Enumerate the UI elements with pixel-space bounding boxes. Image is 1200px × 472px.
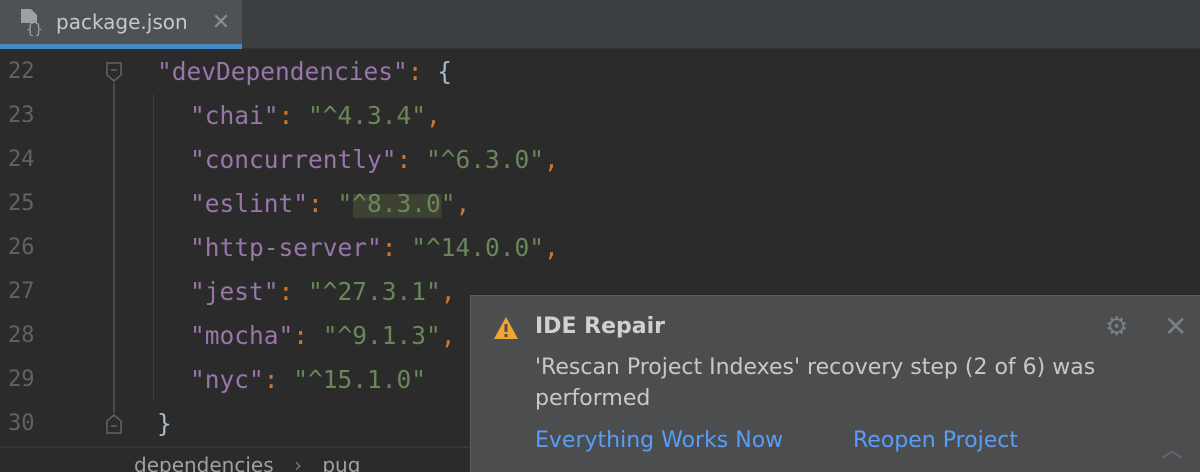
line-number: 24 [8,147,35,172]
warning-icon [494,317,518,339]
code-text: "mocha": "^9.1.3", [190,314,456,358]
svg-text:{}: {} [26,22,43,36]
close-tab-icon[interactable]: ✕ [212,10,230,35]
tab-label: package.json [56,10,188,34]
code-text: "jest": "^27.3.1", [190,270,456,314]
chevron-up-icon[interactable]: ︿ [1161,432,1183,464]
line-number: 27 [8,279,35,304]
fold-marker-icon[interactable] [104,413,124,435]
colon: : [381,233,412,262]
editor-tab-bar: {} package.json ✕ [0,0,1200,49]
comma: , [440,321,456,350]
line-number: 22 [8,59,35,84]
comma: , [440,277,456,306]
fold-guide [113,80,115,420]
code-text: "chai": "^4.3.4", [190,94,441,138]
code-text: "http-server": "^14.0.0", [190,226,559,270]
json-key: "devDependencies" [157,57,408,86]
gear-icon[interactable]: ⚙ [1105,312,1128,342]
breadcrumb-item[interactable]: dependencies [134,453,274,472]
comma: , [455,189,471,218]
comma: , [544,233,559,262]
reopen-project-link[interactable]: Reopen Project [853,428,1018,453]
notification-body: 'Rescan Project Indexes' recovery step (… [535,355,1096,411]
json-key: "mocha" [190,321,294,350]
json-value: "^15.1.0" [293,365,427,394]
json-value: "^14.0.0" [411,233,545,262]
json-key: "chai" [190,101,279,130]
colon: : [278,277,309,306]
json-key: "eslint" [190,189,309,218]
notification-balloon: IDE Repair ⚙ ✕ 'Rescan Project Indexes' … [470,295,1200,472]
tab-package-json[interactable]: {} package.json ✕ [0,0,242,49]
line-number: 26 [8,235,35,260]
code-text: } [157,402,172,446]
json-value: "^9.1.3" [322,321,441,350]
line-number: 25 [8,191,35,216]
json-key: "jest" [190,277,279,306]
json-key: "concurrently" [190,145,397,174]
code-text: "nyc": "^15.1.0" [190,358,426,402]
notification-title: IDE Repair [535,314,665,339]
breadcrumb-separator: › [294,453,302,472]
json-key: "nyc" [190,365,264,394]
line-number: 30 [8,411,35,436]
line-number: 23 [8,103,35,128]
close-icon[interactable]: ✕ [1164,310,1187,343]
line-number: 28 [8,323,35,348]
code-text: "devDependencies": { [157,50,452,94]
comma: , [544,145,559,174]
comma: , [426,101,441,130]
json-file-icon: {} [21,9,43,36]
breadcrumb-item[interactable]: pug [322,453,360,472]
indent-guide [153,94,154,400]
json-value: "^27.3.1" [308,277,441,306]
open-brace: { [437,57,453,86]
close-brace: } [157,409,172,438]
colon: : [407,57,438,86]
colon: : [396,145,427,174]
code-text: "concurrently": "^6.3.0", [190,138,559,182]
code-text: "eslint": "^8.3.0", [190,182,470,226]
json-value: "^8.3.0" [337,189,456,218]
colon: : [263,365,294,394]
json-value: "^6.3.0" [426,145,545,174]
fold-marker-icon[interactable] [104,61,124,83]
colon: : [293,321,323,350]
json-key: "http-server" [190,233,382,262]
colon: : [308,189,338,218]
line-number: 29 [8,367,35,392]
json-value: "^4.3.4" [308,101,427,130]
colon: : [278,101,309,130]
everything-works-now-link[interactable]: Everything Works Now [535,428,783,453]
